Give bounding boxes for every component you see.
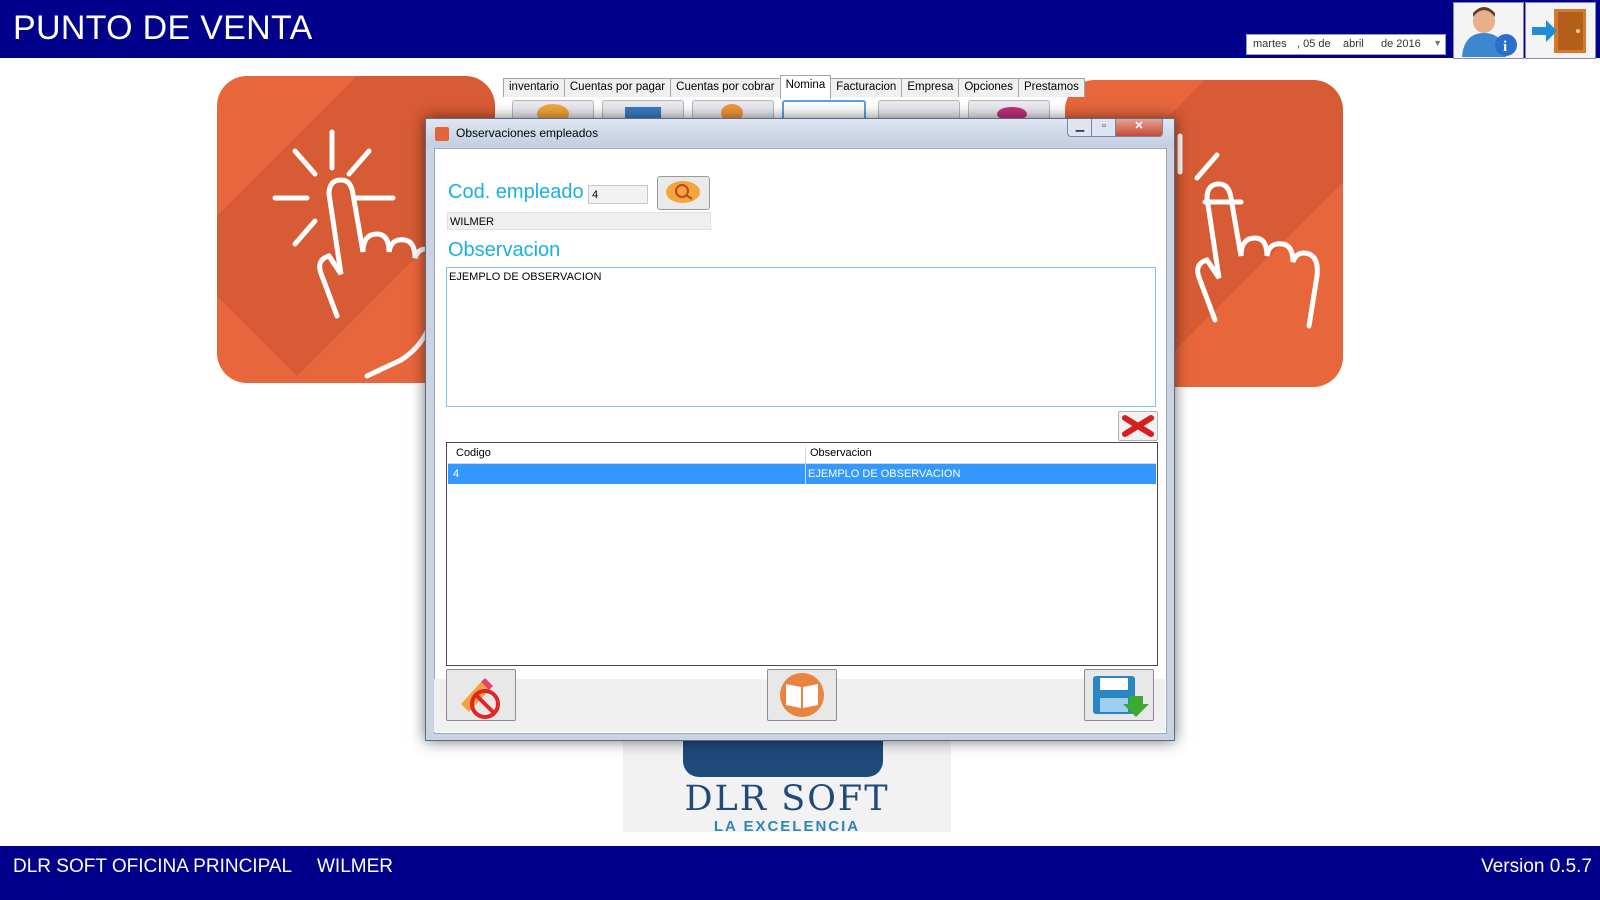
tab-cuentas-por-pagar[interactable]: Cuentas por pagar (563, 78, 672, 97)
save-disk-icon (1093, 676, 1149, 717)
logo-subtitle: LA EXCELENCIA (713, 818, 861, 835)
version-label: Version 0.5.7 (1481, 856, 1592, 877)
save-button[interactable] (1084, 669, 1154, 721)
table-row[interactable]: 4 EJEMPLO DE OBSERVACION (448, 464, 1156, 484)
open-book-icon (780, 673, 824, 717)
current-user: WILMER (317, 856, 393, 877)
observations-grid: Codigo Observacion 4 EJEMPLO DE OBSERVAC… (446, 442, 1158, 666)
exit-button[interactable] (1525, 2, 1596, 59)
cell-observacion: EJEMPLO DE OBSERVACION (808, 468, 961, 480)
close-button[interactable]: ✕ (1115, 119, 1163, 137)
delete-x-icon (1122, 415, 1154, 437)
delete-button[interactable] (1118, 411, 1158, 441)
date-year: de 2016 (1381, 38, 1421, 50)
toolbar-button[interactable] (968, 100, 1050, 121)
tab-inventario[interactable]: inventario (503, 78, 565, 97)
column-header-observacion[interactable]: Observacion (810, 447, 872, 459)
tab-empresa[interactable]: Empresa (901, 78, 960, 97)
app-title: PUNTO DE VENTA (13, 9, 313, 47)
tab-cuentas-por-cobrar[interactable]: Cuentas por cobrar (670, 78, 781, 97)
search-employee-button[interactable] (657, 176, 710, 210)
search-icon (666, 181, 700, 203)
app-icon (435, 127, 449, 141)
cell-codigo: 4 (453, 468, 460, 480)
tab-opciones[interactable]: Opciones (958, 78, 1019, 97)
toolbar-button[interactable] (602, 100, 684, 121)
open-book-button[interactable] (767, 669, 837, 721)
top-bar: PUNTO DE VENTA martes , 05 de abril de 2… (0, 0, 1600, 59)
date-weekday: martes (1253, 38, 1287, 50)
tab-nomina[interactable]: Nomina (779, 75, 832, 99)
toolbar-button[interactable] (512, 100, 594, 124)
branch-name: DLR SOFT OFICINA PRINCIPAL (13, 856, 293, 877)
employee-name-field: WILMER (447, 212, 711, 230)
status-bar: DLR SOFT OFICINA PRINCIPAL WILMER Versio… (0, 846, 1600, 900)
maximize-button[interactable]: ▫ (1091, 119, 1117, 137)
exit-door-icon (1532, 9, 1586, 53)
company-logo: DLR SOFT LA EXCELENCIA (623, 737, 951, 835)
toolbar-button[interactable] (692, 100, 774, 122)
cancel-edit-icon (461, 678, 500, 719)
cod-empleado-input[interactable]: 4 (588, 185, 648, 204)
user-info-button[interactable]: i (1453, 2, 1524, 59)
tab-prestamos[interactable]: Prestamos (1017, 78, 1085, 97)
grid-header: Codigo Observacion (448, 444, 1156, 466)
observacion-textarea[interactable]: EJEMPLO DE OBSERVACION (446, 267, 1156, 407)
svg-text:i: i (1503, 39, 1507, 55)
user-info-icon: i (1462, 7, 1517, 57)
observacion-label: Observacion (448, 239, 561, 261)
cod-empleado-label: Cod. empleado (448, 181, 584, 203)
module-tabs: inventario Cuentas por pagar Cuentas por… (503, 75, 1085, 99)
date-picker[interactable]: martes , 05 de abril de 2016 ▼ (1246, 34, 1446, 55)
logo-graphic (683, 737, 883, 777)
date-day: , 05 de (1297, 38, 1331, 50)
cancel-edit-button[interactable] (446, 669, 516, 721)
chevron-down-icon[interactable]: ▼ (1433, 38, 1442, 48)
toolbar-button[interactable] (878, 100, 960, 119)
date-month: abril (1343, 38, 1364, 50)
dialog-titlebar[interactable]: Observaciones empleados ▁ ▫ ✕ (426, 119, 1174, 147)
toolbar-button-active[interactable] (782, 100, 866, 120)
tab-facturacion[interactable]: Facturacion (830, 78, 903, 97)
logo-title: DLR SOFT (684, 779, 890, 819)
minimize-button[interactable]: ▁ (1067, 119, 1093, 137)
column-header-codigo[interactable]: Codigo (456, 447, 491, 459)
dialog-title: Observaciones empleados (456, 126, 599, 140)
